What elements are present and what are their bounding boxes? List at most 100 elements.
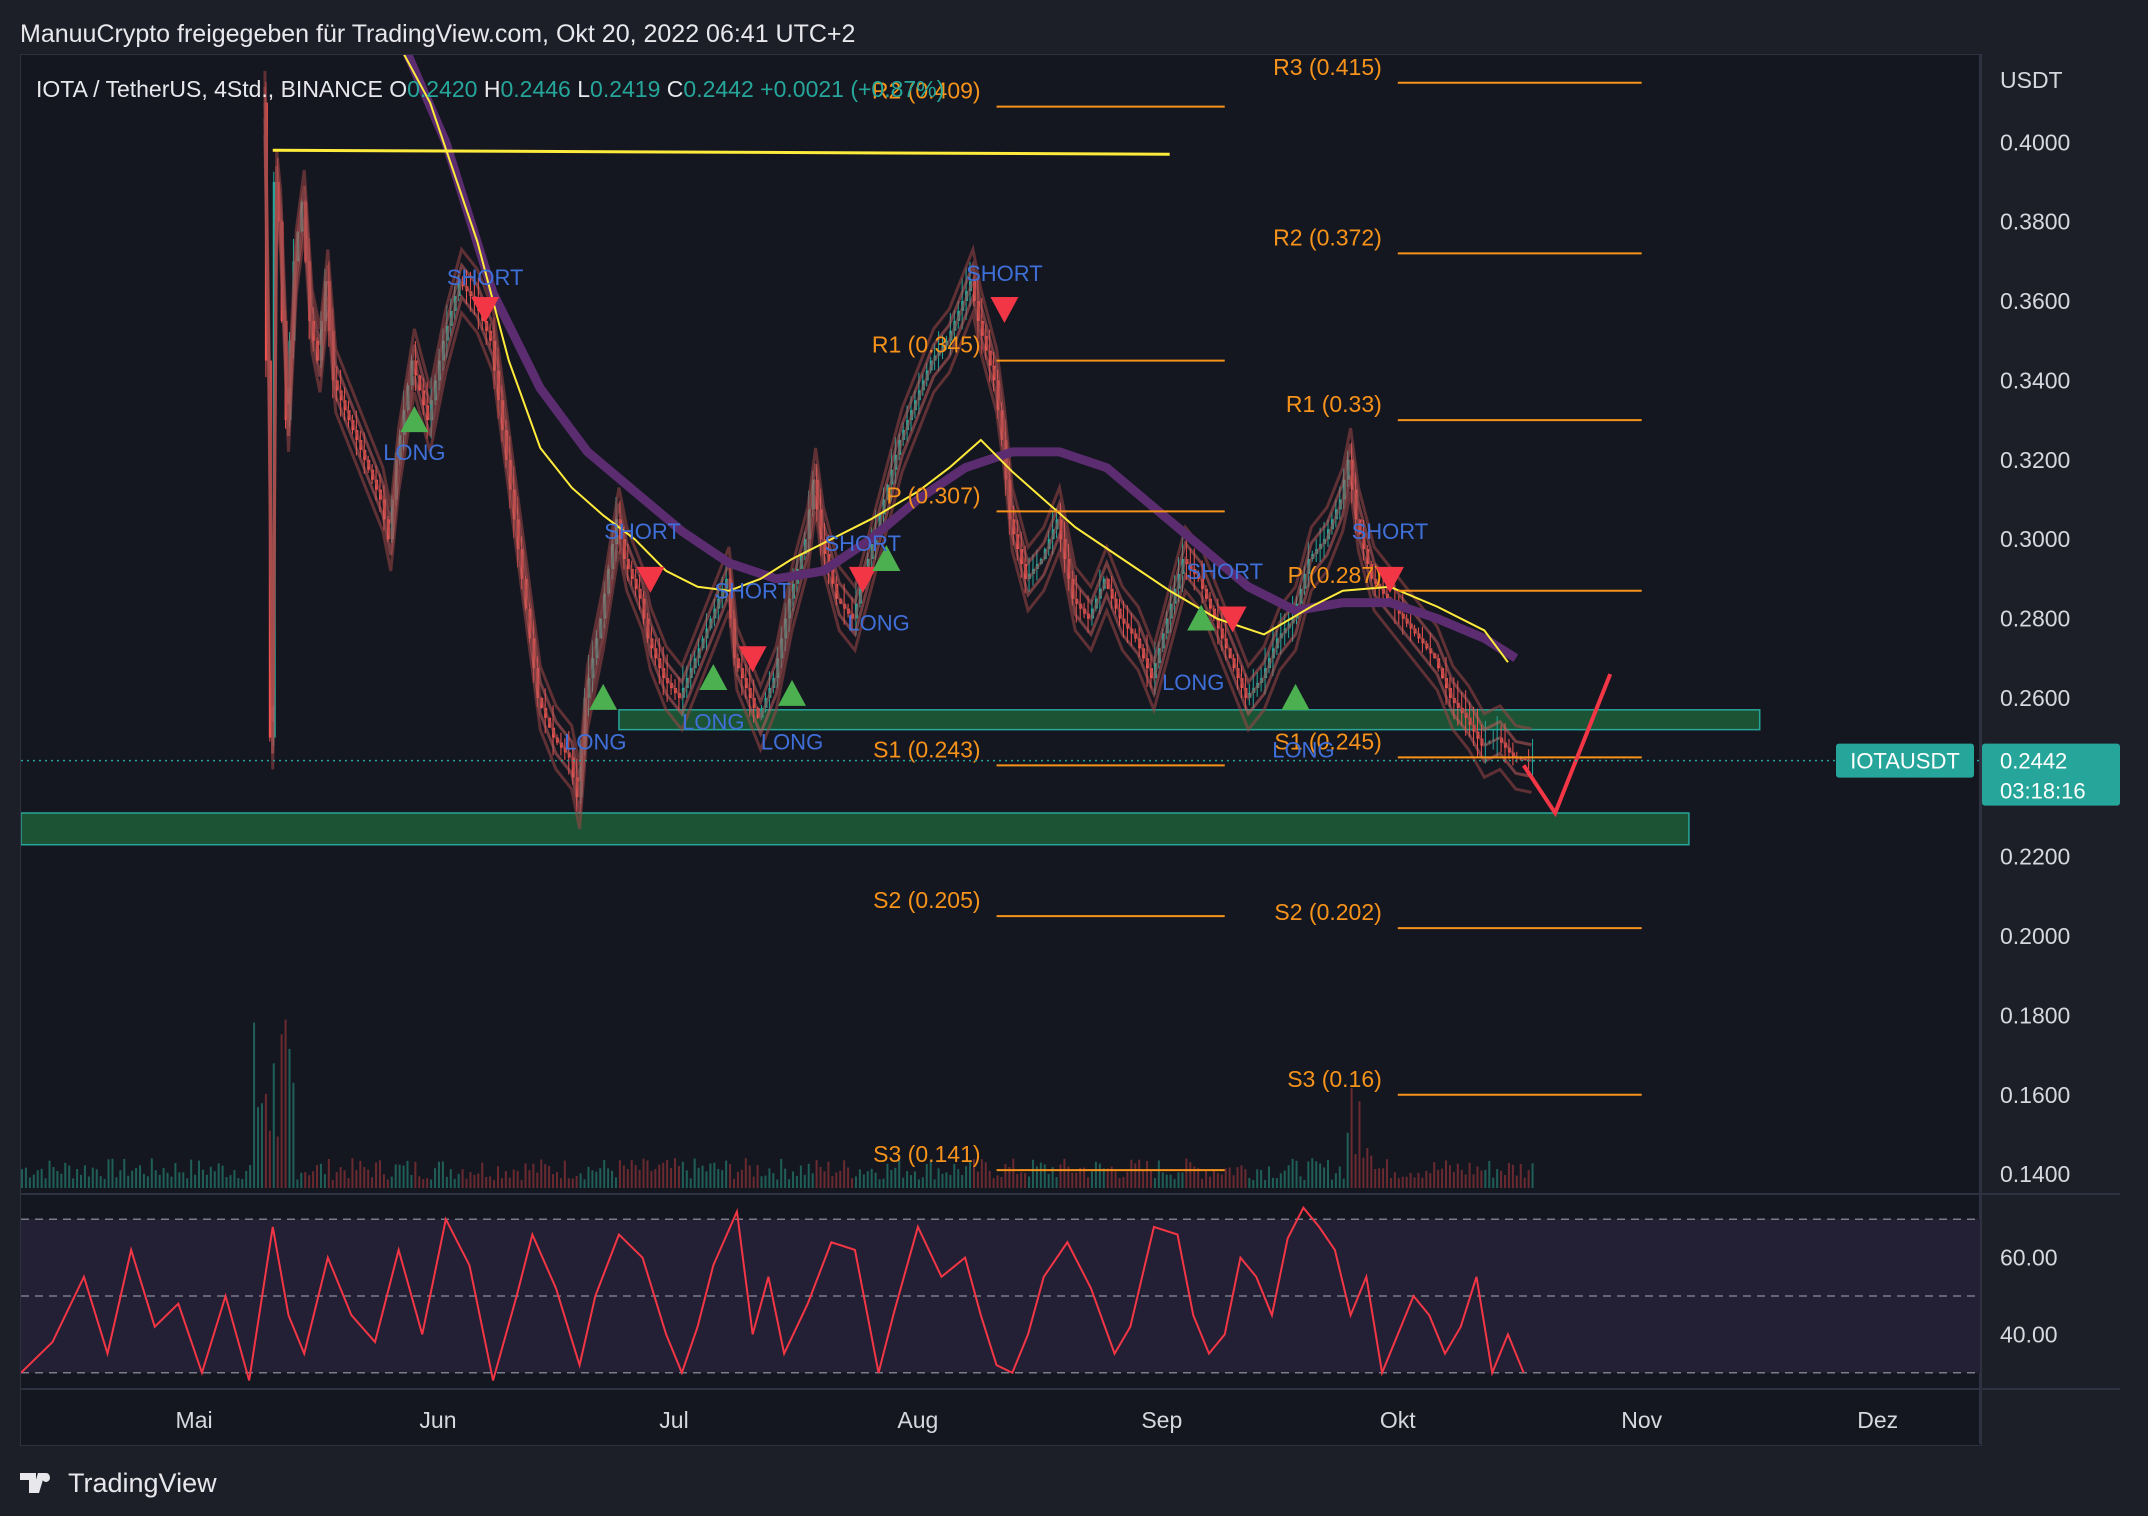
- support-zone: [21, 812, 1690, 846]
- volume-bar: [886, 1163, 889, 1188]
- volume-bar: [1311, 1158, 1314, 1188]
- volume-bar: [654, 1169, 657, 1188]
- volume-bar: [819, 1166, 822, 1188]
- volume-bar: [68, 1165, 71, 1188]
- volume-bar: [540, 1159, 543, 1188]
- time-tick-label: Aug: [897, 1407, 938, 1433]
- time-tick-label: Nov: [1621, 1407, 1662, 1433]
- volume-bar: [1354, 1153, 1357, 1188]
- volume-bar: [410, 1174, 413, 1188]
- volume-bar: [729, 1164, 732, 1188]
- volume-bar: [1279, 1173, 1282, 1188]
- volume-bar: [567, 1178, 570, 1188]
- volume-bar: [1240, 1165, 1243, 1188]
- volume-bar: [630, 1160, 633, 1188]
- volume-bar: [36, 1170, 39, 1188]
- volume-bar: [1114, 1171, 1117, 1188]
- volume-bar: [469, 1172, 472, 1188]
- volume-bar: [1330, 1179, 1333, 1188]
- volume-bar: [607, 1168, 610, 1188]
- ohlc-legend-part: 0.2446: [501, 76, 578, 102]
- volume-bar: [99, 1176, 102, 1188]
- volume-bar: [591, 1170, 594, 1188]
- volume-bar: [1307, 1161, 1310, 1188]
- pivot-level-label: S3 (0.16): [1287, 1066, 1382, 1092]
- pivot-level-label: R1 (0.345): [872, 332, 981, 358]
- volume-bar: [1358, 1101, 1361, 1188]
- time-tick-label: Mai: [176, 1407, 213, 1433]
- volume-bar: [1456, 1163, 1459, 1188]
- volume-bar: [382, 1174, 385, 1188]
- volume-bar: [571, 1178, 574, 1188]
- volume-bar: [980, 1159, 983, 1188]
- volume-bar: [827, 1161, 830, 1188]
- volume-bar: [662, 1162, 665, 1188]
- volume-bar: [638, 1169, 641, 1188]
- resistance-line: [272, 148, 1170, 156]
- volume-bar: [56, 1170, 59, 1188]
- volume-bar: [799, 1165, 802, 1188]
- volume-bar: [426, 1178, 429, 1188]
- price-tick-label: 0.1600: [2000, 1082, 2070, 1108]
- volume-bar: [280, 1034, 283, 1188]
- volume-bar: [736, 1171, 739, 1188]
- volume-bar: [646, 1160, 649, 1188]
- footer-brand: TradingView: [20, 1466, 217, 1500]
- signal-label: LONG: [1272, 737, 1334, 762]
- volume-bar: [131, 1170, 134, 1188]
- volume-bar: [103, 1178, 106, 1188]
- volume-bar: [461, 1169, 464, 1188]
- volume-bar: [457, 1173, 460, 1188]
- price-tick-label: 0.1800: [2000, 1002, 2070, 1028]
- signal-label: SHORT: [714, 579, 791, 604]
- volume-bar: [544, 1164, 547, 1188]
- volume-bar: [371, 1177, 374, 1188]
- volume-bar: [992, 1178, 995, 1188]
- volume-bar: [618, 1160, 621, 1188]
- price-plot-area: R2 (0.409)R1 (0.345)P (0.307)S1 (0.243)S…: [21, 55, 1761, 1188]
- volume-bar: [933, 1179, 936, 1188]
- volume-bar: [257, 1107, 260, 1188]
- volume-bar: [776, 1179, 779, 1188]
- volume-bar: [1228, 1167, 1231, 1188]
- volume-bar: [1122, 1176, 1125, 1188]
- volume-bar: [64, 1162, 67, 1188]
- volume-bar: [642, 1158, 645, 1188]
- projection-path: [1522, 673, 1613, 818]
- volume-bar: [1004, 1164, 1007, 1188]
- volume-bar: [701, 1165, 704, 1188]
- ohlc-legend-part: C: [667, 76, 684, 102]
- volume-bar: [1370, 1155, 1373, 1188]
- volume-bar: [555, 1172, 558, 1188]
- volume-bar: [186, 1178, 189, 1188]
- volume-bar: [1039, 1162, 1042, 1188]
- volume-bar: [1165, 1174, 1168, 1188]
- volume-bar: [493, 1179, 496, 1188]
- volume-bar: [1201, 1178, 1204, 1188]
- volume-bar: [961, 1174, 964, 1188]
- volume-bar: [296, 1179, 299, 1188]
- volume-bar: [709, 1163, 712, 1188]
- volume-bar: [650, 1170, 653, 1188]
- pivot-level-label: R2 (0.372): [1273, 224, 1382, 250]
- volume-bar: [784, 1168, 787, 1188]
- volume-bar: [1515, 1175, 1518, 1188]
- signal-label: SHORT: [447, 265, 524, 290]
- volume-bar: [276, 1136, 279, 1188]
- volume-bar: [823, 1171, 826, 1188]
- volume-bar: [363, 1167, 366, 1188]
- signal-label: SHORT: [1352, 519, 1429, 544]
- volume-bar: [1236, 1167, 1239, 1188]
- volume-bar: [957, 1169, 960, 1188]
- volume-bar: [335, 1172, 338, 1188]
- volume-bar: [768, 1168, 771, 1188]
- time-tick-label: Dez: [1857, 1407, 1898, 1433]
- signal-label: SHORT: [1186, 559, 1263, 584]
- volume-bar: [1413, 1177, 1416, 1188]
- volume-bar: [489, 1176, 492, 1188]
- trading-chart[interactable]: R2 (0.409)R1 (0.345)P (0.307)S1 (0.243)S…: [0, 0, 2148, 1516]
- volume-bar: [1106, 1168, 1109, 1188]
- volume-bar: [858, 1169, 861, 1188]
- volume-bar: [209, 1166, 212, 1188]
- volume-bar: [1429, 1173, 1432, 1188]
